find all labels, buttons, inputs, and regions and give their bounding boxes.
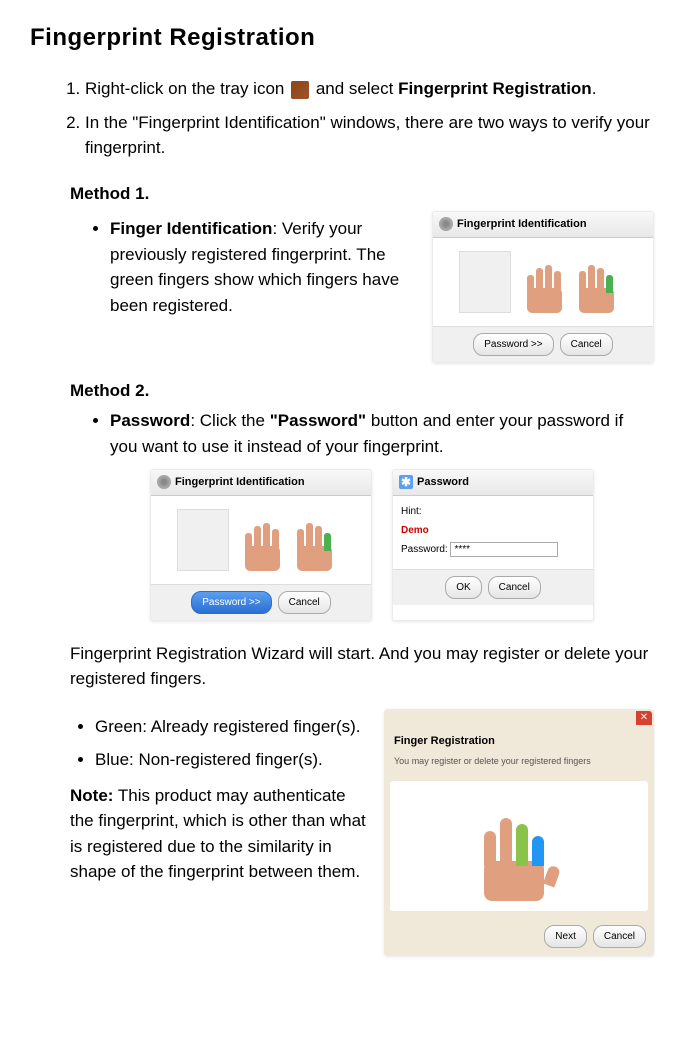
fingerprint-icon	[157, 475, 171, 489]
wizard-intro: Fingerprint Registration Wizard will sta…	[70, 641, 654, 692]
fingerprint-icon	[439, 217, 453, 231]
fingerprint-identification-dialog: Fingerprint Identification	[432, 211, 654, 363]
hint-value: Demo	[401, 523, 585, 538]
finger-registration-dialog: ✕ Finger Registration You may register o…	[384, 709, 654, 956]
blue-legend: Blue: Non-registered finger(s).	[95, 747, 369, 773]
ok-button[interactable]: OK	[445, 576, 481, 599]
finger-reg-title: Finger Registration	[384, 727, 654, 756]
steps-list: Right-click on the tray icon and select …	[30, 76, 654, 161]
cancel-button[interactable]: Cancel	[488, 576, 541, 599]
method-2-desc: Password: Click the "Password" button an…	[110, 408, 654, 459]
tray-icon	[291, 81, 309, 99]
step-1: Right-click on the tray icon and select …	[85, 76, 654, 102]
left-hand	[519, 253, 569, 313]
cancel-button[interactable]: Cancel	[593, 925, 646, 948]
password-dialog: ✱ Password Hint: Demo Password: OK Cance…	[392, 469, 594, 621]
fingerprint-identification-dialog-2: Fingerprint Identification	[150, 469, 372, 621]
step-2: In the "Fingerprint Identification" wind…	[85, 110, 654, 161]
next-button[interactable]: Next	[544, 925, 587, 948]
right-hand-big	[474, 801, 564, 901]
method-2-title: Method 2.	[70, 378, 654, 404]
cancel-button[interactable]: Cancel	[278, 591, 331, 614]
password-input[interactable]	[450, 542, 558, 557]
page-title: Fingerprint Registration	[30, 20, 654, 56]
method-1-title: Method 1.	[70, 181, 654, 207]
password-button-active[interactable]: Password >>	[191, 591, 271, 614]
fingerprint-preview	[459, 251, 511, 313]
close-icon[interactable]: ✕	[636, 711, 652, 725]
right-hand	[295, 511, 345, 571]
password-icon: ✱	[399, 475, 413, 489]
green-legend: Green: Already registered finger(s).	[95, 714, 369, 740]
method-1-desc: Finger Identification: Verify your previ…	[110, 216, 417, 318]
fingerprint-preview	[177, 509, 229, 571]
cancel-button[interactable]: Cancel	[560, 333, 613, 356]
finger-reg-sub: You may register or delete your register…	[384, 755, 654, 775]
password-button[interactable]: Password >>	[473, 333, 553, 356]
note: Note: This product may authenticate the …	[70, 783, 369, 885]
right-hand	[577, 253, 627, 313]
left-hand	[237, 511, 287, 571]
